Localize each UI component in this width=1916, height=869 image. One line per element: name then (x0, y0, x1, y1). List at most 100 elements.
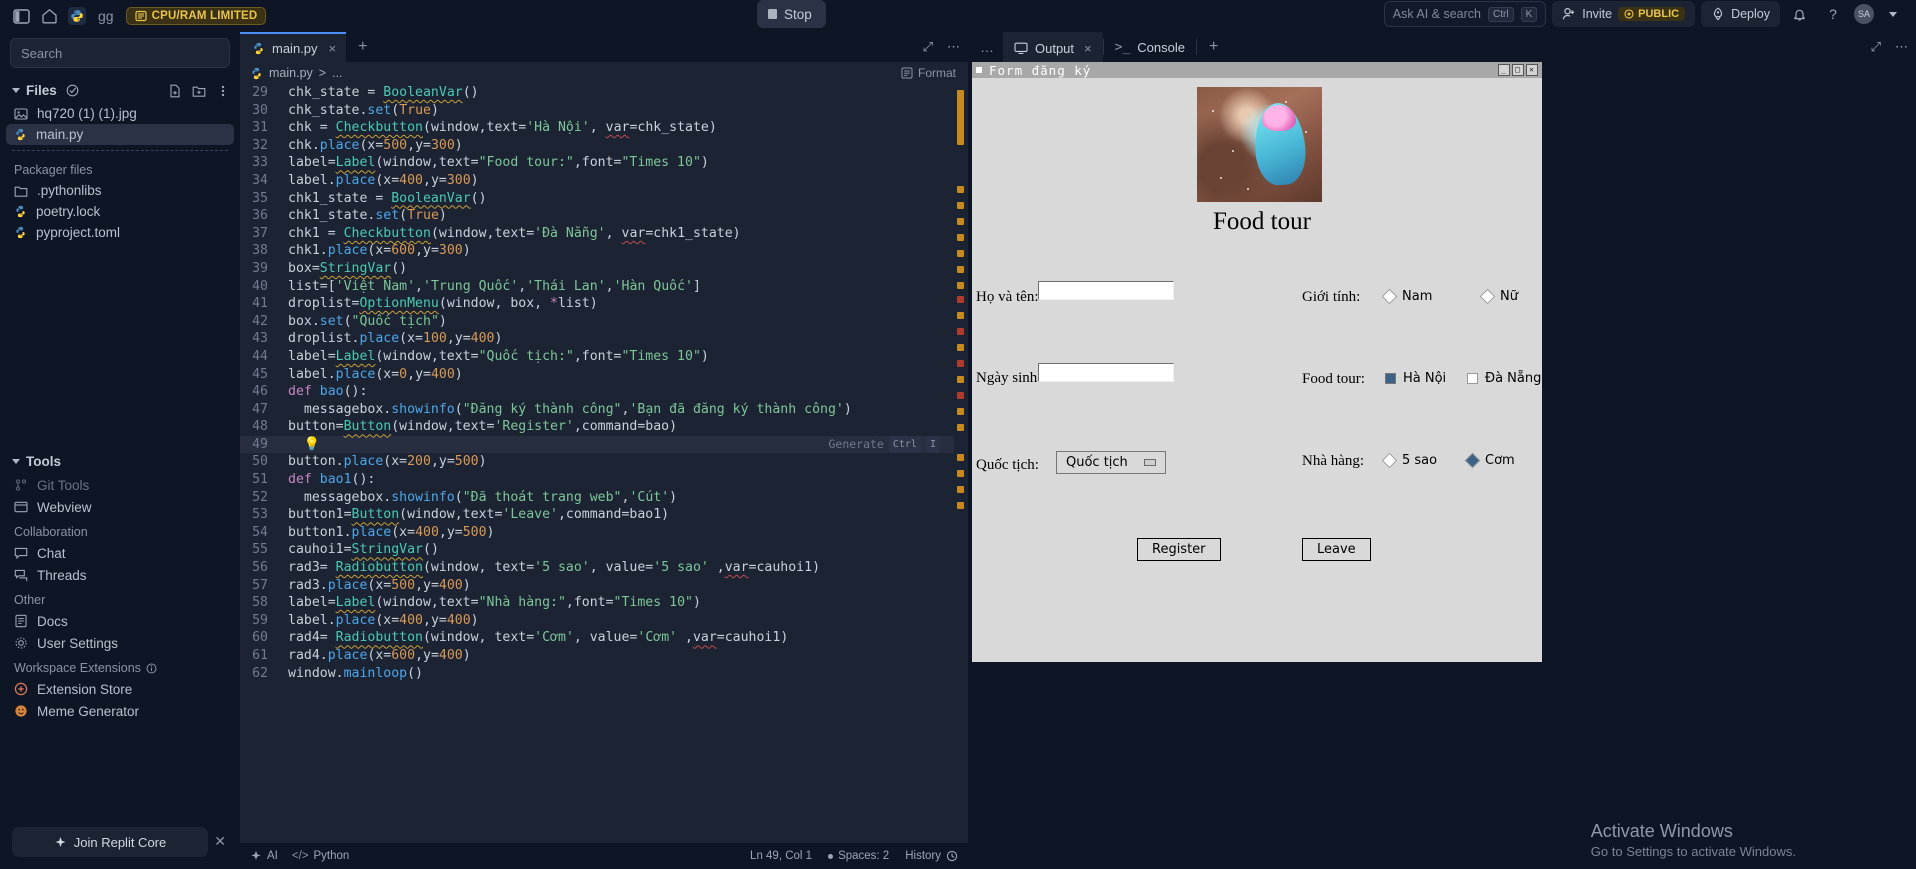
public-badge[interactable]: PUBLIC (1618, 7, 1686, 21)
code-line[interactable]: 35 chk1_state = BooleanVar() (240, 190, 954, 208)
project-name-label[interactable]: gg (92, 8, 120, 24)
window-menu-icon[interactable] (976, 67, 982, 73)
close-icon[interactable]: × (1084, 41, 1092, 56)
generate-hint[interactable]: Generate Ctrl I (828, 435, 940, 454)
tools-item-webview[interactable]: Webview (0, 496, 240, 518)
file-item-image[interactable]: hq720 (1) (1).jpg (0, 103, 240, 124)
vnc-viewport[interactable]: Form đăng ký _ □ ✕ Food tour Họ và tên: … (968, 62, 1916, 869)
code-line[interactable]: 59 label.place(x=400,y=400) (240, 612, 954, 630)
code-line[interactable]: 54 button1.place(x=400,y=500) (240, 524, 954, 542)
deploy-button[interactable]: Deploy (1701, 1, 1780, 27)
code-line[interactable]: 44 label=Label(window,text="Quốc tịch:",f… (240, 348, 954, 366)
close-button[interactable]: ✕ (1526, 64, 1538, 76)
name-input[interactable] (1038, 281, 1174, 300)
status-spaces[interactable]: Spaces: 2 (828, 850, 889, 862)
tools-item-git[interactable]: Git Tools (0, 474, 240, 496)
minimize-button[interactable]: _ (1498, 64, 1510, 76)
register-button[interactable]: Register (1137, 538, 1221, 561)
code-line[interactable]: 41 droplist=OptionMenu(window, box, *list… (240, 295, 954, 313)
help-question-icon[interactable]: ? (1820, 2, 1846, 26)
code-line[interactable]: 49 💡 Generate Ctrl I (240, 435, 954, 454)
invite-button[interactable]: Invite PUBLIC (1552, 1, 1696, 27)
code-line[interactable]: 36 chk1_state.set(True) (240, 207, 954, 225)
home-icon[interactable] (36, 4, 62, 28)
code-line[interactable]: 62 window.mainloop() (240, 665, 954, 683)
code-line[interactable]: 50 button.place(x=200,y=500) (240, 453, 954, 471)
gender-radio-nu[interactable]: Nữ (1479, 288, 1518, 305)
dismiss-core-banner-icon[interactable]: ✕ (214, 833, 226, 850)
stop-button[interactable]: Stop (757, 0, 826, 28)
breadcrumb-file[interactable]: main.py (269, 66, 313, 80)
code-line[interactable]: 56 rad3= Radiobutton(window, text='5 sao'… (240, 559, 954, 577)
packager-item-pyproject-toml[interactable]: pyproject.toml (0, 222, 240, 243)
foodtour-checkbox-danang[interactable]: Đà Nẵng (1467, 371, 1541, 386)
tab-console[interactable]: >_ Console (1104, 32, 1196, 62)
ask-ai-search-input[interactable]: Ask AI & search Ctrl K (1383, 1, 1547, 27)
code-line[interactable]: 33 label=Label(window,text="Food tour:",f… (240, 154, 954, 172)
code-line[interactable]: 34 label.place(x=400,y=300) (240, 172, 954, 190)
code-area[interactable]: 29 chk_state = BooleanVar() 30 chk_state.se… (240, 84, 968, 843)
breadcrumb-rest[interactable]: ... (332, 66, 342, 80)
python-project-icon[interactable] (64, 4, 90, 28)
gender-radio-nam[interactable]: Nam (1381, 288, 1432, 305)
code-line[interactable]: 61 rad4.place(x=600,y=400) (240, 647, 954, 665)
code-line[interactable]: 53 button1=Button(window,text='Leave',com… (240, 506, 954, 524)
code-line[interactable]: 52 messagebox.showinfo("Đã thoát trang w… (240, 489, 954, 507)
extension-item-meme-generator[interactable]: Meme Generator (0, 700, 240, 722)
code-line[interactable]: 60 rad4= Radiobutton(window, text='Cơm', … (240, 629, 954, 647)
code-lines[interactable]: 29 chk_state = BooleanVar() 30 chk_state.se… (240, 84, 954, 843)
nationality-option-menu[interactable]: Quốc tịch (1056, 451, 1166, 474)
tab-output[interactable]: Output × (1003, 32, 1103, 62)
code-line[interactable]: 55 cauhoi1=StringVar() (240, 541, 954, 559)
code-line[interactable]: 37 chk1 = Checkbutton(window,text='Đà Nẵn… (240, 225, 954, 243)
file-item-main-py[interactable]: main.py (6, 124, 234, 145)
code-line[interactable]: 58 label=Label(window,text="Nhà hàng:",fo… (240, 594, 954, 612)
code-line[interactable]: 31 chk = Checkbutton(window,text='Hà Nội'… (240, 119, 954, 137)
restaurant-radio-com[interactable]: Cơm (1464, 452, 1515, 469)
dob-input[interactable] (1038, 363, 1174, 382)
files-section-header[interactable]: Files (0, 78, 240, 103)
foodtour-checkbox-hanoi[interactable]: Hà Nội (1385, 371, 1446, 386)
notifications-bell-icon[interactable] (1786, 2, 1812, 26)
status-ai[interactable]: AI (250, 850, 278, 862)
search-input[interactable]: Search (10, 38, 230, 68)
more-options-icon[interactable]: ⋯ (1895, 39, 1908, 55)
collab-item-chat[interactable]: Chat (0, 542, 240, 564)
avatar[interactable]: SA (1854, 4, 1874, 24)
sidebar-toggle-icon[interactable] (8, 4, 34, 28)
tkinter-titlebar[interactable]: Form đăng ký _ □ ✕ (972, 62, 1542, 78)
status-cursor-position[interactable]: Ln 49, Col 1 (750, 850, 812, 862)
code-line[interactable]: 46 def bao(): (240, 383, 954, 401)
code-line[interactable]: 48 button=Button(window,text='Register',c… (240, 418, 954, 436)
status-language[interactable]: </> Python (292, 850, 349, 862)
code-line[interactable]: 45 label.place(x=0,y=400) (240, 366, 954, 384)
expand-icon[interactable]: ⤢ (923, 39, 933, 55)
chevron-down-icon[interactable] (1880, 2, 1906, 26)
join-replit-core-button[interactable]: Join Replit Core (12, 827, 208, 857)
restaurant-radio-5sao[interactable]: 5 sao (1381, 452, 1437, 469)
packager-item-pythonlibs[interactable]: .pythonlibs (0, 180, 240, 201)
expand-icon[interactable]: ⤢ (1871, 39, 1881, 55)
status-history[interactable]: History (905, 850, 958, 862)
new-folder-icon[interactable] (192, 84, 206, 98)
format-button[interactable]: Format (901, 66, 956, 80)
close-icon[interactable]: × (329, 41, 337, 56)
output-more-icon[interactable]: … (972, 39, 1003, 55)
cpu-ram-badge[interactable]: CPU/RAM LIMITED (125, 7, 267, 25)
packager-item-poetry-lock[interactable]: poetry.lock (0, 201, 240, 222)
maximize-button[interactable]: □ (1512, 64, 1524, 76)
code-line[interactable]: 43 droplist.place(x=100,y=400) (240, 330, 954, 348)
new-file-icon[interactable] (168, 84, 182, 98)
leave-button[interactable]: Leave (1302, 538, 1371, 561)
tools-section-header[interactable]: Tools (0, 449, 240, 474)
collab-item-threads[interactable]: Threads (0, 564, 240, 586)
other-item-user-settings[interactable]: User Settings (0, 632, 240, 654)
code-line[interactable]: 42 box.set("Quốc tịch") (240, 313, 954, 331)
code-line[interactable]: 30 chk_state.set(True) (240, 102, 954, 120)
code-line[interactable]: 57 rad3.place(x=500,y=400) (240, 577, 954, 595)
extension-item-store[interactable]: Extension Store (0, 678, 240, 700)
info-icon[interactable] (146, 663, 157, 674)
minimap[interactable] (954, 84, 968, 843)
new-tab-button[interactable]: + (346, 32, 379, 62)
code-line[interactable]: 32 chk.place(x=500,y=300) (240, 137, 954, 155)
